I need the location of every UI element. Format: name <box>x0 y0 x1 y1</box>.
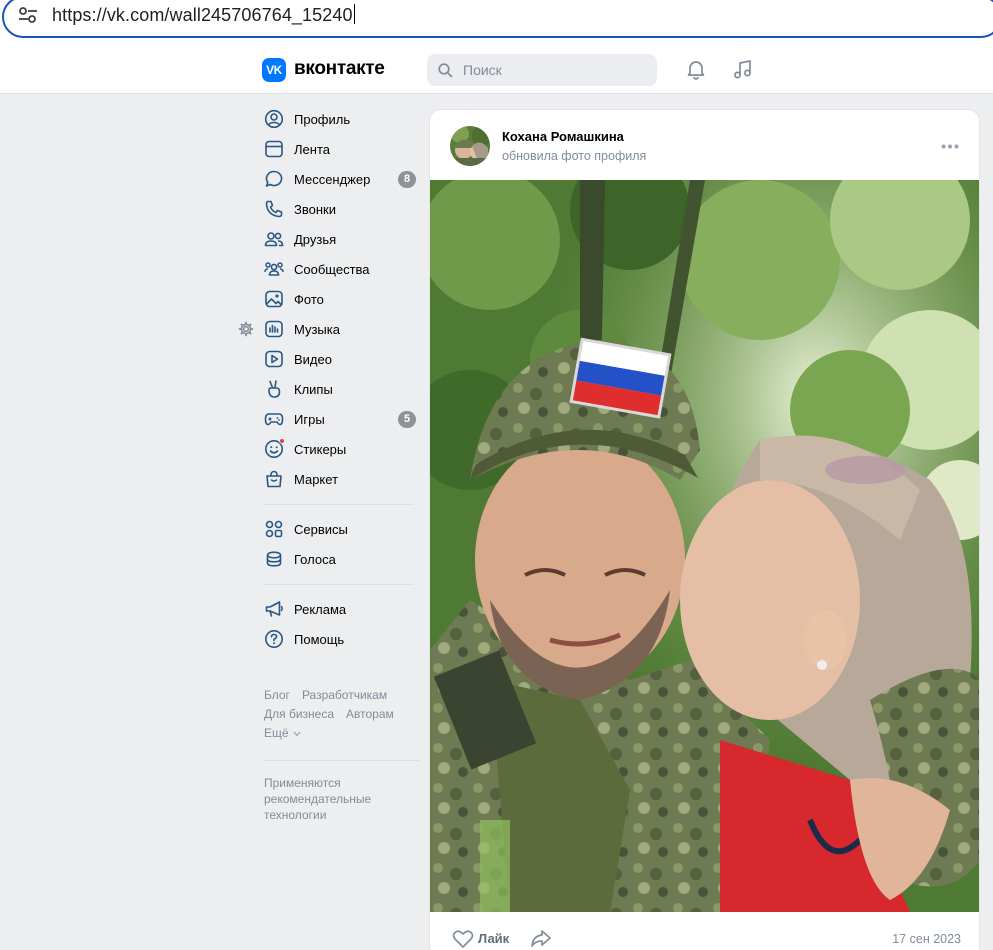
like-button[interactable]: Лайк <box>478 931 509 946</box>
gear-icon[interactable] <box>238 321 254 337</box>
sidebar-item-ads[interactable]: Реклама <box>236 594 420 624</box>
heart-icon[interactable] <box>452 929 474 949</box>
unread-count-badge: 8 <box>398 171 416 188</box>
clips-icon <box>268 380 281 398</box>
music-player-icon[interactable] <box>732 58 754 80</box>
footer-link-business[interactable]: Для бизнеса <box>264 707 334 721</box>
help-icon <box>265 630 283 648</box>
sidebar-item-label: Реклама <box>294 602 347 617</box>
sidebar-item-profile[interactable]: Профиль <box>236 104 420 134</box>
votes-icon <box>266 551 282 567</box>
profile-icon <box>264 109 284 129</box>
vk-logo-text[interactable]: вконтакте <box>294 58 385 80</box>
market-icon <box>266 470 282 488</box>
author-avatar[interactable] <box>450 126 490 166</box>
phone-icon <box>265 200 283 218</box>
sidebar-item-services[interactable]: Сервисы <box>236 514 420 544</box>
sidebar-item-friends[interactable]: Друзья <box>236 224 420 254</box>
sidebar-item-label: Голоса <box>294 552 336 567</box>
sidebar-item-label: Маркет <box>294 472 339 487</box>
url-field[interactable]: https://vk.com/wall245706764_15240 <box>2 0 993 38</box>
recommendation-technologies-note[interactable]: Применяются рекомендательные технологии <box>264 775 414 823</box>
sidebar-item-communities[interactable]: Сообщества <box>236 254 420 284</box>
sidebar-item-calls[interactable]: Звонки <box>236 194 420 224</box>
sidebar-item-label: Музыка <box>294 322 340 337</box>
post-photo[interactable] <box>430 180 979 912</box>
post-action-text: обновила фото профиля <box>502 149 647 163</box>
sidebar-footer-links: Блог Разработчикам Для бизнеса Авторам Ещё <box>264 686 424 743</box>
sidebar-item-label: Звонки <box>294 202 336 217</box>
more-options-icon[interactable] <box>941 144 959 149</box>
games-icon <box>264 413 284 426</box>
sidebar-item-label: Сообщества <box>294 262 370 277</box>
footer-link-authors[interactable]: Авторам <box>346 707 394 721</box>
ads-icon <box>265 601 283 617</box>
sidebar-item-music[interactable]: Музыка <box>236 314 420 344</box>
footer-link-blog[interactable]: Блог <box>264 688 290 702</box>
post-actions-bar: Лайк 17 сен 2023 <box>430 912 979 950</box>
notifications-bell-icon[interactable] <box>685 58 707 80</box>
sidebar-item-label: Мессенджер <box>294 172 371 187</box>
messenger-icon <box>265 170 283 187</box>
sidebar-item-label: Лента <box>294 142 330 157</box>
news-icon <box>265 140 283 158</box>
sidebar-item-label: Клипы <box>294 382 333 397</box>
friends-icon <box>264 232 284 247</box>
sidebar-item-games[interactable]: Игры 5 <box>236 404 420 434</box>
wall-post: Кохана Ромашкина обновила фото профиля Л… <box>429 109 980 950</box>
browser-address-bar: https://vk.com/wall245706764_15240 <box>0 0 993 44</box>
text-caret <box>353 4 355 24</box>
search-input[interactable]: Поиск <box>427 54 657 86</box>
sidebar-item-photos[interactable]: Фото <box>236 284 420 314</box>
services-icon <box>265 520 283 538</box>
footer-more-toggle[interactable]: Ещё <box>264 724 424 743</box>
games-count-badge: 5 <box>398 411 416 428</box>
sidebar-item-label: Игры <box>294 412 325 427</box>
site-header: VK вконтакте Поиск <box>0 44 993 94</box>
chevron-down-icon <box>293 731 301 737</box>
url-value: https://vk.com/wall245706764_15240 <box>52 5 353 25</box>
sidebar-item-label: Фото <box>294 292 324 307</box>
sidebar-divider <box>264 584 414 585</box>
sidebar-item-label: Сервисы <box>294 522 348 537</box>
music-icon <box>265 320 283 338</box>
sidebar-item-stickers[interactable]: Стикеры <box>236 434 420 464</box>
search-icon <box>438 63 453 78</box>
sidebar-item-votes[interactable]: Голоса <box>236 544 420 574</box>
search-placeholder: Поиск <box>463 62 502 78</box>
sidebar-item-messenger[interactable]: Мессенджер 8 <box>236 164 420 194</box>
share-icon[interactable] <box>530 928 552 948</box>
footer-link-developers[interactable]: Разработчикам <box>302 688 387 702</box>
footer-link-more[interactable]: Ещё <box>264 726 289 740</box>
vk-logo-icon[interactable]: VK <box>262 58 286 82</box>
sidebar-item-clips[interactable]: Клипы <box>236 374 420 404</box>
sidebar-item-label: Помощь <box>294 632 345 647</box>
post-date[interactable]: 17 сен 2023 <box>892 932 961 946</box>
sidebar-item-market[interactable]: Маркет <box>236 464 420 494</box>
sidebar-item-label: Видео <box>294 352 332 367</box>
sidebar-item-video[interactable]: Видео <box>236 344 420 374</box>
sidebar-item-news[interactable]: Лента <box>236 134 420 164</box>
sidebar-footer-divider <box>264 760 420 761</box>
sidebar-item-help[interactable]: Помощь <box>236 624 420 654</box>
sidebar-item-label: Стикеры <box>294 442 347 457</box>
sidebar-divider <box>264 504 414 505</box>
video-icon <box>265 350 283 368</box>
left-sidebar: Профиль Лента Мессенджер 8 Звонки Друзья… <box>236 104 420 654</box>
sidebar-item-label: Друзья <box>294 232 337 247</box>
site-settings-icon[interactable] <box>18 6 38 24</box>
post-author-name[interactable]: Кохана Ромашкина <box>502 129 624 144</box>
new-indicator-dot <box>279 438 285 444</box>
sidebar-item-label: Профиль <box>294 112 351 127</box>
communities-icon <box>264 262 284 276</box>
url-text[interactable]: https://vk.com/wall245706764_15240 <box>52 4 355 26</box>
photo-icon <box>265 290 283 308</box>
